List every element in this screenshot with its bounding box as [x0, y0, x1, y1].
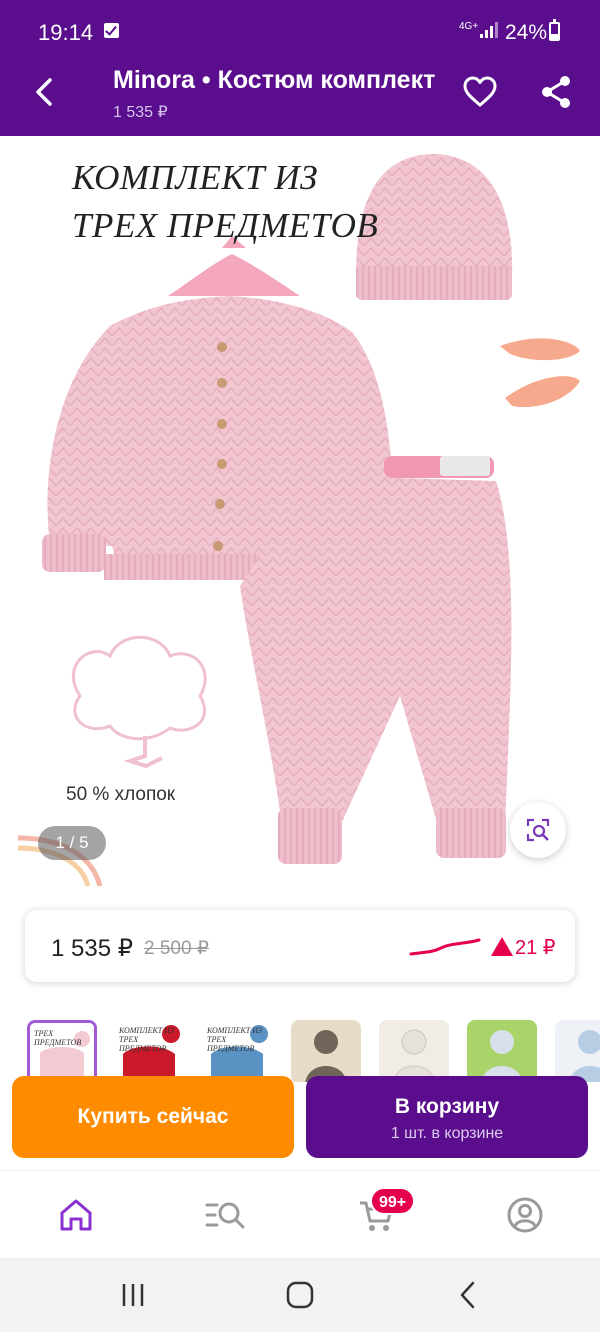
check-notification-icon [104, 23, 119, 38]
buy-now-button[interactable]: Купить сейчас [12, 1076, 294, 1158]
product-subtitle-price: 1 535 ₽ [113, 104, 168, 121]
back-arrow-icon[interactable] [28, 75, 62, 109]
thumbnail-strip: ТРЕХ ПРЕДМЕТОВ КОМПЛЕКТ ИЗ ТРЕХ ПРЕДМЕТО… [0, 1018, 600, 1082]
thumbnail-image [291, 1020, 361, 1082]
thumbnail-4[interactable] [291, 1020, 361, 1082]
current-price: 1 535 ₽ [51, 935, 133, 962]
promo-title-line1: КОМПЛЕКТ ИЗ [72, 158, 318, 197]
system-navigation [0, 1258, 600, 1332]
promo-title-line2: ТРЕХ ПРЕДМЕТОВ [72, 206, 379, 245]
thumbnail-image [555, 1020, 600, 1082]
price-delta-value: 21 ₽ [515, 937, 556, 959]
thumbnail-6[interactable] [467, 1020, 537, 1082]
cotton-label: 50 % хлопок [66, 784, 176, 805]
thumbnail-1[interactable]: ТРЕХ ПРЕДМЕТОВ [27, 1020, 97, 1082]
thumbnail-5[interactable] [379, 1020, 449, 1082]
catalog-search-icon[interactable] [205, 1195, 245, 1235]
signal-icon [480, 22, 498, 38]
thumbnail-3[interactable]: КОМПЛЕКТ ИЗ ТРЕХ ПРЕДМЕТОВ [203, 1020, 273, 1082]
image-search-button[interactable] [510, 802, 566, 858]
back-icon[interactable] [453, 1280, 483, 1310]
profile-icon[interactable] [505, 1195, 545, 1235]
cart-quantity-label: 1 шт. в корзине [390, 1125, 504, 1142]
app-bar: Minora • Костюм комплект 1 535 ₽ [0, 50, 600, 136]
product-image-gallery[interactable]: КОМПЛЕКТ ИЗ ТРЕХ ПРЕДМЕТОВ 50 % хлопок 1… [0, 136, 600, 892]
screen: 19:14 4G+ 24% Minora • Костюм комплект 1… [0, 0, 600, 1332]
add-to-cart-button[interactable]: В корзину 1 шт. в корзине [306, 1076, 588, 1158]
status-time: 19:14 [38, 20, 94, 45]
thumbnail-caption: ТРЕХ ПРЕДМЕТОВ [34, 1029, 82, 1047]
promo-title: КОМПЛЕКТ ИЗ ТРЕХ ПРЕДМЕТОВ [72, 154, 378, 250]
thumbnail-image [379, 1020, 449, 1082]
battery-level: 24% [505, 21, 548, 44]
status-bar: 19:14 4G+ 24% [0, 0, 600, 50]
share-icon[interactable] [538, 74, 574, 110]
heart-icon[interactable] [462, 74, 498, 110]
cart-badge: 99+ [370, 1187, 416, 1215]
thumbnail-caption: КОМПЛЕКТ ИЗ ТРЕХ ПРЕДМЕТОВ [119, 1026, 174, 1053]
battery-icon [549, 19, 560, 41]
image-search-icon [526, 818, 550, 842]
home-icon[interactable] [56, 1195, 96, 1235]
bottom-navigation: 99+ [0, 1170, 600, 1258]
thumbnail-2[interactable]: КОМПЛЕКТ ИЗ ТРЕХ ПРЕДМЕТОВ [115, 1020, 185, 1082]
home-button-icon[interactable] [285, 1280, 315, 1310]
thumbnail-image [467, 1020, 537, 1082]
recent-apps-icon[interactable] [118, 1280, 148, 1310]
old-price: 2 500 ₽ [144, 938, 209, 959]
product-title: Minora • Костюм комплект [113, 66, 436, 94]
image-counter: 1 / 5 [38, 826, 106, 860]
price-delta: 21 ₽ [491, 935, 556, 960]
price-trend-icon [409, 938, 481, 956]
add-to-cart-label: В корзину [394, 1095, 500, 1118]
thumbnail-caption: КОМПЛЕКТ ИЗ ТРЕХ ПРЕДМЕТОВ [207, 1026, 262, 1053]
network-type: 4G+ [459, 21, 479, 32]
thumbnail-7[interactable] [555, 1020, 600, 1082]
price-card[interactable]: 1 535 ₽ 2 500 ₽ 21 ₽ [25, 910, 575, 982]
